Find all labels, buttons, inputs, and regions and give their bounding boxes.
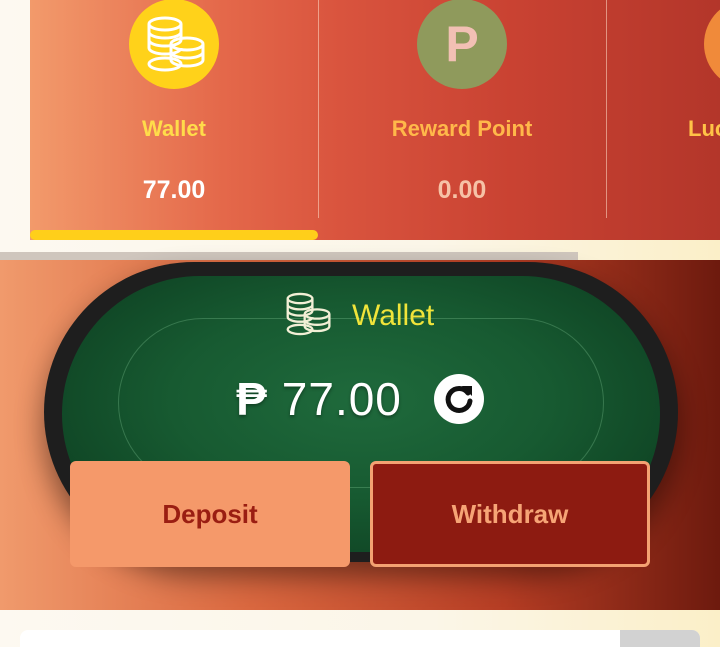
- balance-amount: ₱ 77.00: [236, 372, 402, 426]
- bottom-scrollbar[interactable]: [620, 630, 700, 647]
- tab-luck-label: Luc: [688, 116, 720, 141]
- wallet-header: Wallet: [280, 290, 434, 342]
- tab-wallet-value: 77.00: [142, 176, 206, 204]
- coins-icon: [129, 0, 219, 89]
- withdraw-button[interactable]: Withdraw: [370, 461, 650, 567]
- wallet-panel: Wallet ₱ 77.00 Deposit Withdraw: [0, 260, 720, 610]
- tabs-scrollbar[interactable]: [0, 252, 578, 260]
- tab-luck[interactable]: Luc: [606, 0, 720, 240]
- wallet-title: Wallet: [352, 299, 435, 332]
- bottom-card: [20, 630, 700, 647]
- tab-reward-point-value: 0.00: [437, 176, 487, 204]
- active-tab-indicator: [30, 230, 318, 240]
- tab-wallet-label: Wallet: [142, 116, 206, 141]
- balance-value: 77.00: [281, 373, 402, 425]
- currency-symbol: ₱: [236, 373, 268, 425]
- wallet-tabs: Wallet 77.00 P Reward Point 0.00 Luc: [30, 0, 720, 240]
- refresh-icon[interactable]: [433, 374, 484, 424]
- wallet-balance: ₱ 77.00: [0, 372, 720, 426]
- deposit-button[interactable]: Deposit: [70, 461, 350, 567]
- p-icon: P: [417, 0, 507, 89]
- tab-reward-point-label: Reward Point: [391, 116, 533, 141]
- tab-reward-point[interactable]: P Reward Point 0.00: [318, 0, 606, 240]
- coins-icon: [280, 288, 334, 345]
- coins-icon: [704, 0, 720, 89]
- tab-wallet[interactable]: Wallet 77.00: [30, 0, 318, 240]
